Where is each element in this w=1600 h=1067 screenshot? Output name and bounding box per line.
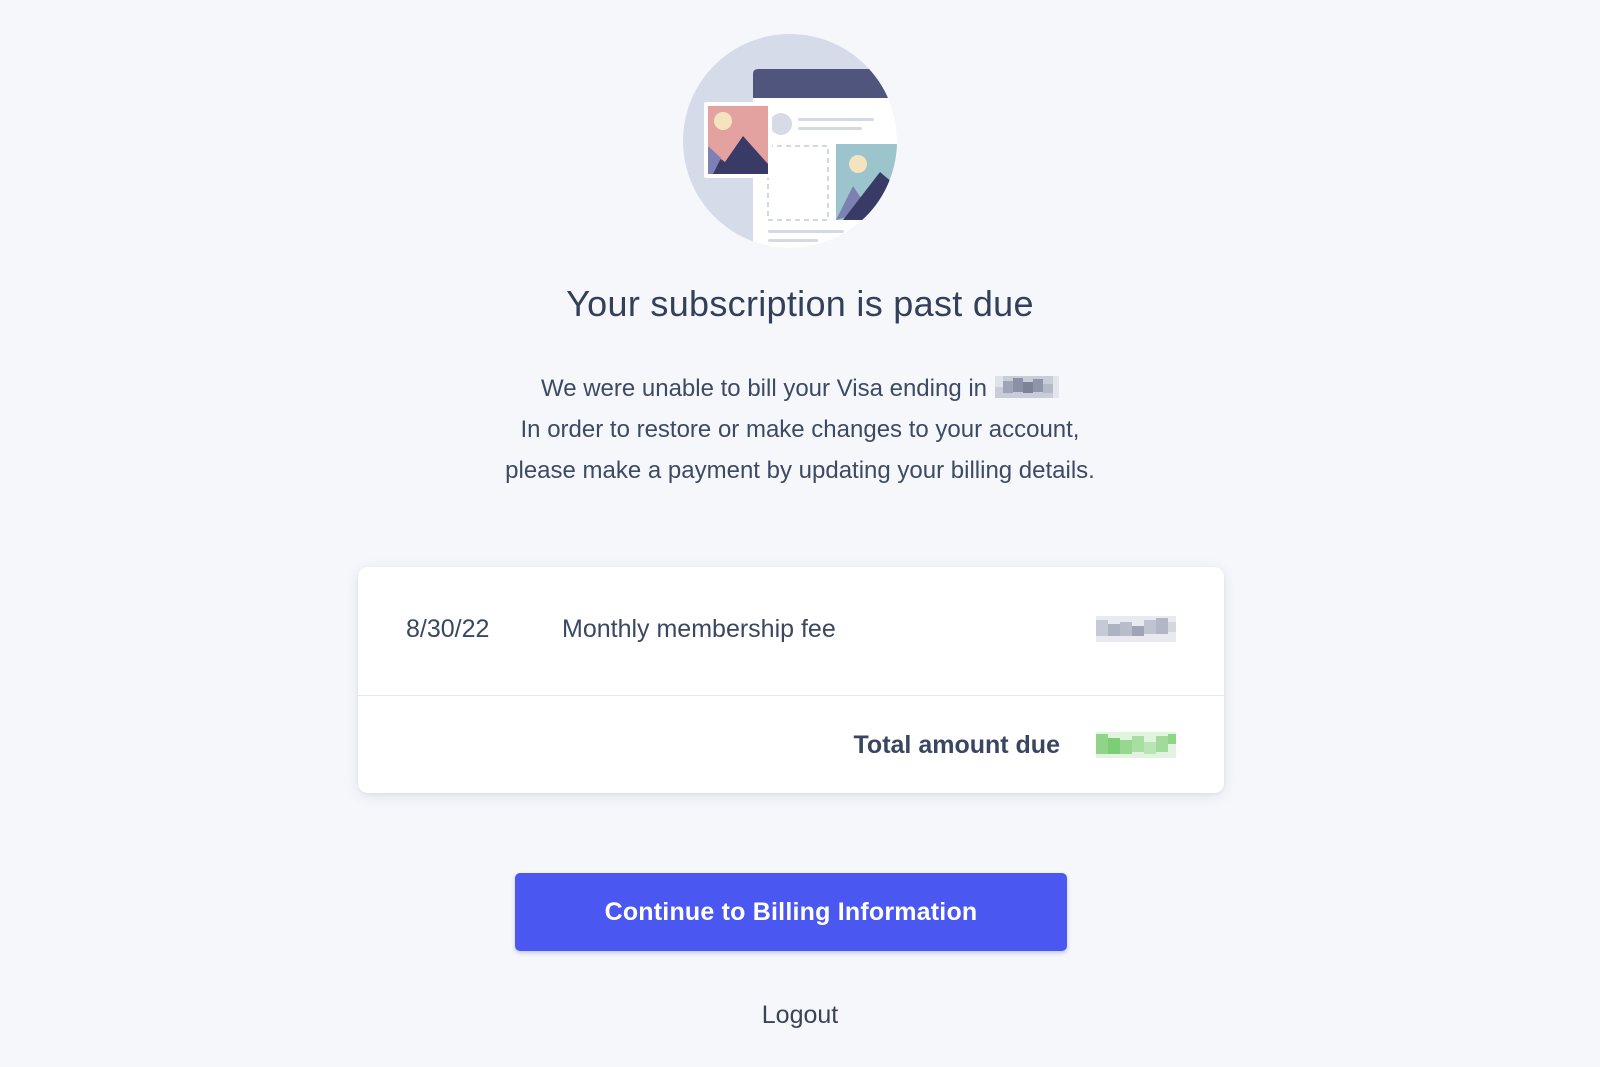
past-due-page: Your subscription is past due We were un… (0, 0, 1600, 1067)
redacted-total-amount (1096, 732, 1176, 758)
invoice-card: 8/30/22 Monthly membership fee Total amo… (358, 567, 1224, 793)
continue-to-billing-button[interactable]: Continue to Billing Information (515, 873, 1067, 951)
billing-failure-message: We were unable to bill your Visa ending … (0, 368, 1600, 491)
logout-link[interactable]: Logout (0, 1001, 1600, 1030)
message-line-1-text: We were unable to bill your Visa ending … (540, 375, 988, 402)
total-row: Total amount due (358, 696, 1224, 793)
page-title: Your subscription is past due (566, 283, 1034, 324)
total-amount-label: Total amount due (853, 731, 1060, 759)
redacted-card-digits (995, 375, 1060, 398)
message-line-1: We were unable to bill your Visa ending … (0, 368, 1600, 409)
charge-date: 8/30/22 (406, 615, 490, 643)
charge-row: 8/30/22 Monthly membership fee (358, 567, 1224, 696)
redacted-charge-amount (1096, 616, 1176, 642)
message-line-2: In order to restore or make changes to y… (520, 416, 1080, 443)
message-line-3: please make a payment by updating your b… (505, 457, 1095, 484)
document-photos-illustration-icon (683, 34, 897, 248)
charge-description: Monthly membership fee (562, 615, 836, 643)
